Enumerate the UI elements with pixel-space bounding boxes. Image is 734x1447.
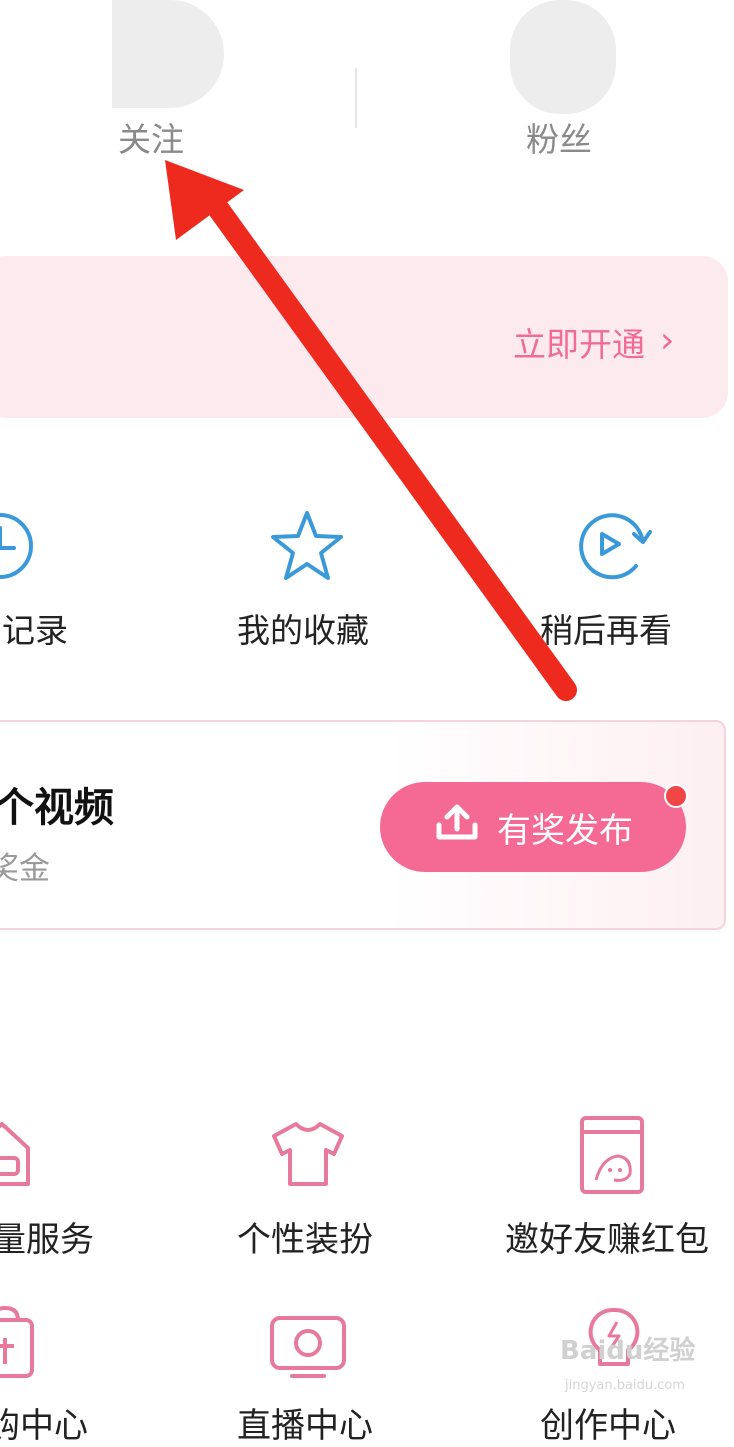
publish-button-label: 有奖发布 — [497, 810, 633, 851]
upload-card-title: 个视频 — [0, 785, 114, 831]
star-icon[interactable] — [268, 508, 346, 588]
favorites-label[interactable]: 我的收藏 — [237, 604, 369, 652]
chevron-right-icon: › — [660, 320, 675, 361]
following-count-blurred — [112, 0, 224, 108]
service-label-decoration[interactable]: 个性装扮 — [237, 1212, 373, 1261]
fans-count-blurred — [510, 0, 616, 114]
tv-icon[interactable] — [268, 1314, 348, 1384]
service-label-creator[interactable]: 创作中心 — [540, 1398, 676, 1447]
annotation-arrow — [165, 160, 577, 701]
service-label-shop[interactable]: 购中心 — [0, 1398, 88, 1447]
history-label[interactable]: 记录 — [2, 604, 68, 652]
shop-icon[interactable] — [0, 1305, 40, 1384]
house-icon[interactable] — [0, 1118, 36, 1196]
invite-icon[interactable] — [578, 1114, 646, 1200]
vip-open-button[interactable]: 立即开通 — [513, 318, 645, 366]
watermark-brand: Baidu经验 — [560, 1336, 696, 1366]
service-label-traffic[interactable]: 量服务 — [0, 1212, 94, 1261]
clock-icon[interactable] — [0, 510, 42, 586]
service-label-live[interactable]: 直播中心 — [237, 1398, 373, 1447]
watermark-url: jingyan.baidu.com — [565, 1378, 685, 1393]
service-label-invite[interactable]: 邀好友赚红包 — [505, 1212, 709, 1261]
following-label[interactable]: 关注 — [118, 113, 184, 161]
notification-dot — [664, 784, 688, 808]
upload-card-subtitle: 奖金 — [0, 851, 50, 887]
watch-later-icon[interactable] — [572, 508, 654, 588]
fans-label[interactable]: 粉丝 — [526, 113, 592, 161]
publish-with-reward-button[interactable]: 有奖发布 — [380, 782, 686, 872]
watch-later-label[interactable]: 稍后再看 — [540, 604, 672, 652]
shirt-icon[interactable] — [268, 1118, 348, 1194]
upload-icon — [433, 803, 481, 852]
stat-divider — [355, 68, 357, 128]
